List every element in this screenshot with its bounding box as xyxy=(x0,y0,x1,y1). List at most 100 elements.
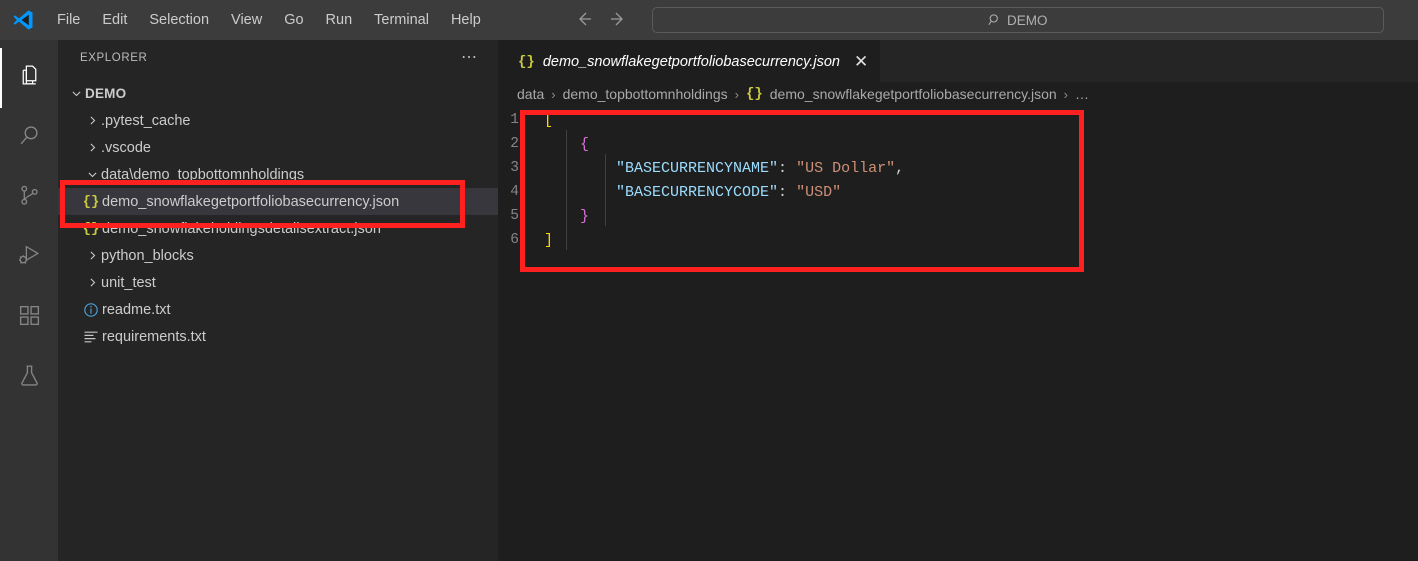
json-file-icon: {} xyxy=(518,53,535,70)
code-line-text: "BASECURRENCYCODE": "USD" xyxy=(544,184,841,201)
tree-item-requirements-txt[interactable]: requirements.txt xyxy=(58,323,498,350)
code-token: } xyxy=(580,207,590,225)
json-file-icon: {} xyxy=(82,220,100,237)
breadcrumb-separator-icon: › xyxy=(551,86,556,102)
code-line-text: } xyxy=(544,208,589,225)
breadcrumb-item-folder[interactable]: demo_topbottomnholdings xyxy=(563,86,728,102)
info-circle-icon xyxy=(80,302,102,318)
activitybar-item-search[interactable] xyxy=(0,108,58,168)
code-editor[interactable]: 1 [ 2 { 3 "BASECURRENCYNAME": "US Dollar… xyxy=(498,106,1418,252)
title-bar: File Edit Selection View Go Run Terminal… xyxy=(0,0,1418,40)
tab-label: demo_snowflakegetportfoliobasecurrency.j… xyxy=(542,53,840,70)
activitybar-item-testing[interactable] xyxy=(0,348,58,408)
breadcrumb-item-file[interactable]: demo_snowflakegetportfoliobasecurrency.j… xyxy=(770,86,1057,102)
code-token: : xyxy=(778,183,797,201)
tree-item-demo-snowflakegetportfoliobasecurrency-json[interactable]: {} demo_snowflakegetportfoliobasecurrenc… xyxy=(58,188,498,215)
line-number: 3 xyxy=(510,160,519,176)
vscode-logo-icon xyxy=(0,8,46,32)
chevron-down-icon xyxy=(84,168,101,181)
code-line-text: ] xyxy=(544,232,553,249)
tree-item-label: .vscode xyxy=(101,139,151,156)
code-line: 2 { xyxy=(498,132,1418,156)
menu-item-view[interactable]: View xyxy=(220,8,273,32)
tree-item-label: .pytest_cache xyxy=(101,112,191,129)
menu-item-edit[interactable]: Edit xyxy=(91,8,138,32)
menu-item-run[interactable]: Run xyxy=(315,8,364,32)
breadcrumb-separator-icon: › xyxy=(1063,86,1069,102)
chevron-right-icon xyxy=(84,249,101,262)
file-tree: DEMO .pytest_cache .vscode data\demo_top… xyxy=(58,75,498,350)
line-number: 4 xyxy=(510,184,519,200)
code-line-text: "BASECURRENCYNAME": "US Dollar", xyxy=(544,160,904,177)
extensions-icon xyxy=(17,303,42,333)
activitybar-item-explorer[interactable] xyxy=(0,48,58,108)
search-input[interactable]: DEMO xyxy=(651,7,1384,33)
close-icon[interactable]: ✕ xyxy=(854,53,868,70)
vscode-window: File Edit Selection View Go Run Terminal… xyxy=(0,0,1418,561)
tab-demo-snowflakegetportfoliobasecurrency-json[interactable]: {} demo_snowflakegetportfoliobasecurrenc… xyxy=(498,40,881,82)
code-token: , xyxy=(895,159,905,177)
tab-bar: {} demo_snowflakegetportfoliobasecurrenc… xyxy=(498,40,1418,82)
activitybar-item-source-control[interactable] xyxy=(0,168,58,228)
breadcrumb-item-data[interactable]: data xyxy=(517,86,544,102)
search-input-value: DEMO xyxy=(1007,12,1048,28)
tree-item-label: requirements.txt xyxy=(102,328,206,345)
editor-area: {} demo_snowflakegetportfoliobasecurrenc… xyxy=(498,40,1418,561)
code-token: [ xyxy=(544,111,554,129)
source-control-icon xyxy=(17,183,42,213)
menu-item-terminal[interactable]: Terminal xyxy=(363,8,440,32)
code-line: 3 "BASECURRENCYNAME": "US Dollar", xyxy=(498,156,1418,180)
breadcrumb-item-more[interactable]: … xyxy=(1075,86,1089,102)
explorer-title: EXPLORER xyxy=(80,51,148,64)
tree-item-demo-snowflakeholdingsdetailsextract-json[interactable]: {} demo_snowflakeholdingsdetailsextract.… xyxy=(58,215,498,242)
code-line: 6 ] xyxy=(498,228,1418,252)
code-token-key: "BASECURRENCYCODE" xyxy=(616,183,779,201)
ellipsis-icon[interactable]: ⋯ xyxy=(461,49,478,65)
line-number: 6 xyxy=(510,232,519,248)
activitybar-item-run-and-debug[interactable] xyxy=(0,228,58,288)
arrow-right-icon[interactable] xyxy=(608,9,628,32)
menu-item-go[interactable]: Go xyxy=(273,8,314,32)
line-number: 1 xyxy=(510,112,519,128)
json-file-icon: {} xyxy=(745,86,763,102)
menu-bar[interactable]: File Edit Selection View Go Run Terminal… xyxy=(46,8,492,32)
explorer-sidebar: EXPLORER ⋯ DEMO .pytest_cache .vscode da… xyxy=(58,40,498,561)
breadcrumb: data › demo_topbottomnholdings › {} demo… xyxy=(498,82,1418,106)
code-line: 4 "BASECURRENCYCODE": "USD" xyxy=(498,180,1418,204)
tree-root-demo[interactable]: DEMO xyxy=(58,80,498,107)
tree-item-data-demo-topbottomnholdings[interactable]: data\demo_topbottomnholdings xyxy=(58,161,498,188)
tree-item-unit-test[interactable]: unit_test xyxy=(58,269,498,296)
code-token-key: "BASECURRENCYNAME" xyxy=(616,159,779,177)
tree-item-label: readme.txt xyxy=(102,301,171,318)
chevron-down-icon xyxy=(68,87,85,100)
activitybar-item-extensions[interactable] xyxy=(0,288,58,348)
tree-item-label: python_blocks xyxy=(101,247,194,264)
activity-bar xyxy=(0,40,58,561)
search-icon xyxy=(17,123,42,153)
code-token: ] xyxy=(544,231,554,249)
tree-item-label: demo_snowflakeholdingsdetailsextract.jso… xyxy=(102,220,381,237)
chevron-right-icon xyxy=(84,141,101,154)
code-line: 5 } xyxy=(498,204,1418,228)
menu-item-selection[interactable]: Selection xyxy=(138,8,220,32)
menu-item-file[interactable]: File xyxy=(46,8,91,32)
chevron-right-icon xyxy=(84,114,101,127)
arrow-left-icon[interactable] xyxy=(574,9,594,32)
tree-item-label: data\demo_topbottomnholdings xyxy=(101,166,305,183)
code-token: { xyxy=(580,135,590,153)
chevron-right-icon xyxy=(84,276,101,289)
line-number: 2 xyxy=(510,136,519,152)
code-token-string: "US Dollar" xyxy=(796,159,896,177)
code-token: : xyxy=(778,159,797,177)
tree-item-pytest-cache[interactable]: .pytest_cache xyxy=(58,107,498,134)
menu-item-help[interactable]: Help xyxy=(440,8,492,32)
tree-item-vscode[interactable]: .vscode xyxy=(58,134,498,161)
tree-item-python-blocks[interactable]: python_blocks xyxy=(58,242,498,269)
beaker-icon xyxy=(17,363,42,393)
tree-item-readme-txt[interactable]: readme.txt xyxy=(58,296,498,323)
text-lines-icon xyxy=(80,329,102,345)
